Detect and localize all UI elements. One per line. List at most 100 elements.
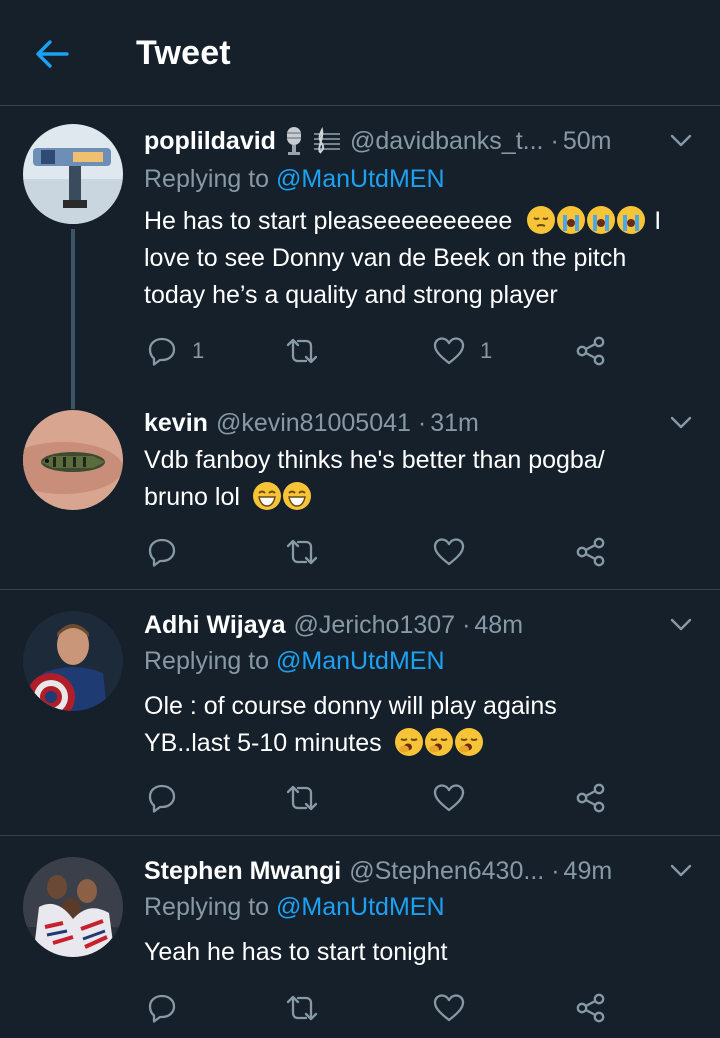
- tweet-2[interactable]: kevin @kevin81005041 · 31m Vdb fanboy th…: [0, 392, 720, 590]
- tweet-header: Stephen Mwangi @Stephen6430... · 49m: [144, 854, 704, 888]
- reply-button[interactable]: [146, 780, 178, 816]
- mention-link[interactable]: @ManUtdMEN: [276, 893, 444, 921]
- replying-to: Replying to @ManUtdMEN: [144, 165, 445, 194]
- chevron-down-icon[interactable]: [668, 128, 694, 154]
- share-icon: [576, 783, 605, 813]
- like-button[interactable]: [432, 780, 466, 816]
- tweet-actions: [144, 990, 624, 1026]
- share-icon: [576, 336, 605, 366]
- grinning-sweat-emoji-icon: [252, 482, 281, 510]
- music-score-emoji-icon: [312, 126, 342, 156]
- heart-icon: [433, 337, 465, 365]
- pensive-face-emoji-icon: [527, 206, 556, 234]
- replying-to: Replying to @ManUtdMEN: [144, 647, 445, 676]
- reply-icon: [148, 994, 176, 1023]
- share-icon: [576, 537, 605, 567]
- like-count: 1: [480, 338, 493, 363]
- user-handle[interactable]: @davidbanks_t...: [350, 127, 544, 156]
- separator-dot: ·: [462, 610, 471, 639]
- reply-icon: [148, 337, 176, 366]
- tweet-actions: 1 1: [144, 333, 624, 369]
- timestamp[interactable]: 31m: [430, 409, 479, 438]
- display-name[interactable]: kevin: [144, 409, 208, 438]
- user-handle[interactable]: @Jericho1307: [293, 611, 455, 640]
- tweet-text-part: He has to start pleaseeeeeeeeee: [144, 207, 513, 235]
- yawning-face-emoji-icon: [394, 728, 423, 756]
- separator-dot: ·: [417, 408, 427, 437]
- user-handle[interactable]: @Stephen6430...: [349, 857, 544, 886]
- tweet-actions: [144, 534, 624, 570]
- avatar[interactable]: [23, 611, 123, 711]
- retweet-button[interactable]: [284, 333, 320, 369]
- yawning-face-emoji-icon: [454, 728, 483, 756]
- replying-label: Replying to: [144, 165, 270, 193]
- reply-icon: [148, 538, 176, 567]
- avatar[interactable]: [23, 857, 123, 957]
- microphone-emoji-icon: [284, 126, 304, 156]
- retweet-icon: [286, 539, 318, 565]
- share-button[interactable]: [574, 990, 608, 1026]
- reply-button[interactable]: [146, 534, 178, 570]
- replying-label: Replying to: [144, 893, 270, 921]
- reply-button[interactable]: [146, 990, 178, 1026]
- page-title: Tweet: [136, 34, 231, 72]
- display-name[interactable]: Stephen Mwangi: [144, 857, 341, 886]
- like-button[interactable]: 1: [432, 333, 492, 369]
- chevron-down-icon[interactable]: [668, 858, 694, 884]
- avatar[interactable]: [23, 410, 123, 510]
- tweet-text: Vdb fanboy thinks he's better than pogba…: [144, 442, 674, 516]
- reply-button[interactable]: 1: [146, 333, 204, 369]
- tweet-text: He has to start pleaseeeeeeeeee I love t…: [144, 203, 694, 314]
- tweet-text-part: Yeah he has to start tonight: [144, 938, 448, 966]
- separator-dot: ·: [550, 126, 559, 155]
- timestamp[interactable]: 48m: [474, 611, 523, 640]
- heart-icon: [433, 784, 465, 812]
- heart-icon: [433, 994, 465, 1022]
- tweet-actions: [144, 780, 624, 816]
- share-button[interactable]: [574, 333, 608, 369]
- mention-link[interactable]: @ManUtdMEN: [276, 165, 444, 193]
- tweet-4[interactable]: Stephen Mwangi @Stephen6430... · 49m Rep…: [0, 837, 720, 1038]
- like-button[interactable]: [432, 990, 466, 1026]
- retweet-button[interactable]: [284, 990, 320, 1026]
- crying-face-emoji-icon: [617, 206, 646, 234]
- tweet-text-part: Vdb fanboy thinks he's better than pogba…: [144, 446, 605, 511]
- reply-icon: [148, 784, 176, 813]
- separator-dot: ·: [551, 856, 560, 885]
- share-button[interactable]: [574, 780, 608, 816]
- top-bar: Tweet: [0, 0, 720, 106]
- tweet-1[interactable]: poplildavid @davidbanks_t... · 50m Reply…: [0, 107, 720, 409]
- yawning-face-emoji-icon: [424, 728, 453, 756]
- mention-link[interactable]: @ManUtdMEN: [276, 647, 444, 675]
- retweet-icon: [286, 995, 318, 1021]
- tweet-3[interactable]: Adhi Wijaya @Jericho1307 · 48m Replying …: [0, 591, 720, 836]
- tweet-header: poplildavid @davidbanks_t... · 50m: [144, 124, 704, 158]
- tweet-text: Yeah he has to start tonight: [144, 934, 694, 971]
- user-handle[interactable]: @kevin81005041: [216, 409, 411, 438]
- retweet-button[interactable]: [284, 534, 320, 570]
- like-button[interactable]: [432, 534, 466, 570]
- chevron-down-icon[interactable]: [668, 410, 694, 436]
- replying-to: Replying to @ManUtdMEN: [144, 893, 445, 922]
- grinning-sweat-emoji-icon: [282, 482, 311, 510]
- display-name[interactable]: poplildavid: [144, 127, 276, 156]
- crying-face-emoji-icon: [587, 206, 616, 234]
- crying-face-emoji-icon: [557, 206, 586, 234]
- timestamp[interactable]: 50m: [563, 127, 612, 156]
- timestamp[interactable]: 49m: [564, 857, 613, 886]
- heart-icon: [433, 538, 465, 566]
- reply-count: 1: [192, 338, 205, 363]
- share-button[interactable]: [574, 534, 608, 570]
- tweet-text: Ole : of course donny will play agains Y…: [144, 688, 624, 762]
- tweet-text-part: Ole : of course donny will play agains Y…: [144, 692, 557, 757]
- replying-label: Replying to: [144, 647, 270, 675]
- display-name[interactable]: Adhi Wijaya: [144, 611, 285, 640]
- back-arrow-icon[interactable]: [28, 32, 76, 76]
- tweet-header: Adhi Wijaya @Jericho1307 · 48m: [144, 608, 704, 642]
- tweet-header: kevin @kevin81005041 · 31m: [144, 406, 704, 440]
- retweet-button[interactable]: [284, 780, 320, 816]
- share-icon: [576, 993, 605, 1023]
- avatar[interactable]: [23, 124, 123, 224]
- retweet-icon: [286, 338, 318, 364]
- chevron-down-icon[interactable]: [668, 612, 694, 638]
